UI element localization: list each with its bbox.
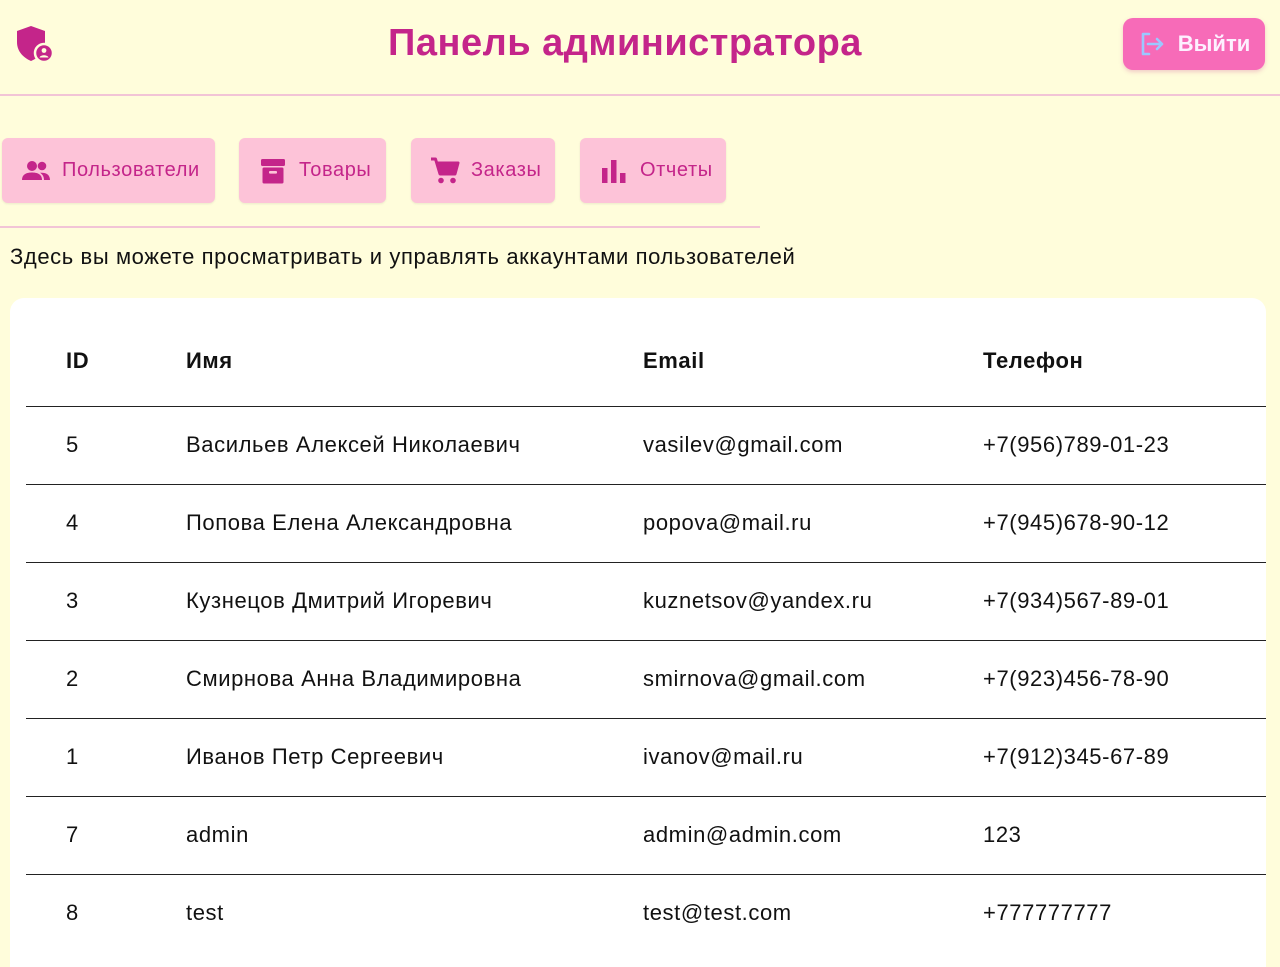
nav-products-button[interactable]: Товары (239, 138, 386, 203)
table-row[interactable]: 7 admin admin@admin.com 123 (26, 796, 1266, 874)
column-header-email[interactable]: Email (643, 298, 983, 406)
table-row[interactable]: 4 Попова Елена Александровна popova@mail… (26, 484, 1266, 562)
cell-email: ivanov@mail.ru (643, 744, 804, 769)
cell-name: Попова Елена Александровна (186, 510, 513, 535)
users-table-card: ID Имя Email Телефон 5 Васильев Алексей … (10, 298, 1266, 967)
cell-email: kuznetsov@yandex.ru (643, 588, 873, 613)
admin-panel: Панель администратора Выйти Пользователи (0, 0, 1280, 967)
nav-users-label: Пользователи (62, 159, 200, 181)
cell-name: Смирнова Анна Владимировна (186, 666, 522, 691)
cell-phone: +7(923)456-78-90 (983, 666, 1170, 691)
cell-phone: +7(912)345-67-89 (983, 744, 1170, 769)
column-header-phone[interactable]: Телефон (983, 298, 1266, 406)
cell-phone: +7(956)789-01-23 (983, 432, 1170, 457)
table-row[interactable]: 3 Кузнецов Дмитрий Игоревич kuznetsov@ya… (26, 562, 1266, 640)
cell-name: Кузнецов Дмитрий Игоревич (186, 588, 493, 613)
cell-phone: +7(945)678-90-12 (983, 510, 1170, 535)
table-row[interactable]: 5 Васильев Алексей Николаевич vasilev@gm… (26, 406, 1266, 484)
table-row[interactable]: 1 Иванов Петр Сергеевич ivanov@mail.ru +… (26, 718, 1266, 796)
table-row[interactable]: 8 test test@test.com +777777777 (26, 874, 1266, 952)
cell-email: admin@admin.com (643, 822, 842, 847)
cell-name: admin (186, 822, 249, 847)
cell-name: Иванов Петр Сергеевич (186, 744, 444, 769)
cell-id: 5 (66, 432, 79, 457)
cell-phone: +7(934)567-89-01 (983, 588, 1170, 613)
nav-orders-button[interactable]: Заказы (411, 138, 555, 203)
cell-name: Васильев Алексей Николаевич (186, 432, 521, 457)
cell-email: test@test.com (643, 900, 792, 926)
cell-email: popova@mail.ru (643, 510, 812, 535)
header: Панель администратора Выйти (0, 0, 1280, 96)
cell-email: smirnova@gmail.com (643, 666, 866, 691)
cell-email: vasilev@gmail.com (643, 432, 844, 457)
cart-icon (431, 157, 460, 183)
page-title: Панель администратора (388, 22, 862, 64)
nav-users-button[interactable]: Пользователи (2, 138, 215, 203)
cell-id: 2 (66, 666, 79, 691)
nav-divider (0, 226, 760, 228)
section-description: Здесь вы можете просматривать и управлят… (10, 244, 796, 269)
cell-id: 8 (66, 900, 79, 926)
column-header-name[interactable]: Имя (186, 298, 643, 406)
cell-id: 7 (66, 822, 79, 847)
nav-orders-label: Заказы (471, 159, 542, 181)
nav-reports-button[interactable]: Отчеты (580, 138, 726, 203)
nav-products-label: Товары (299, 159, 372, 181)
people-icon (22, 160, 50, 180)
cell-id: 3 (66, 588, 79, 613)
archive-box-icon (261, 158, 285, 183)
cell-id: 4 (66, 510, 79, 535)
cell-phone: 123 (983, 822, 1022, 847)
column-header-id[interactable]: ID (26, 298, 186, 406)
bar-chart-icon (602, 159, 626, 183)
logout-label: Выйти (1177, 31, 1251, 56)
cell-phone: +777777777 (983, 900, 1112, 926)
nav-reports-label: Отчеты (640, 159, 713, 181)
users-table: ID Имя Email Телефон 5 Васильев Алексей … (26, 298, 1266, 952)
logout-button[interactable]: Выйти (1123, 18, 1265, 70)
cell-id: 1 (66, 744, 79, 769)
cell-name: test (186, 900, 224, 926)
logout-icon (1141, 32, 1164, 56)
table-row[interactable]: 2 Смирнова Анна Владимировна smirnova@gm… (26, 640, 1266, 718)
table-header-row: ID Имя Email Телефон (26, 298, 1266, 406)
